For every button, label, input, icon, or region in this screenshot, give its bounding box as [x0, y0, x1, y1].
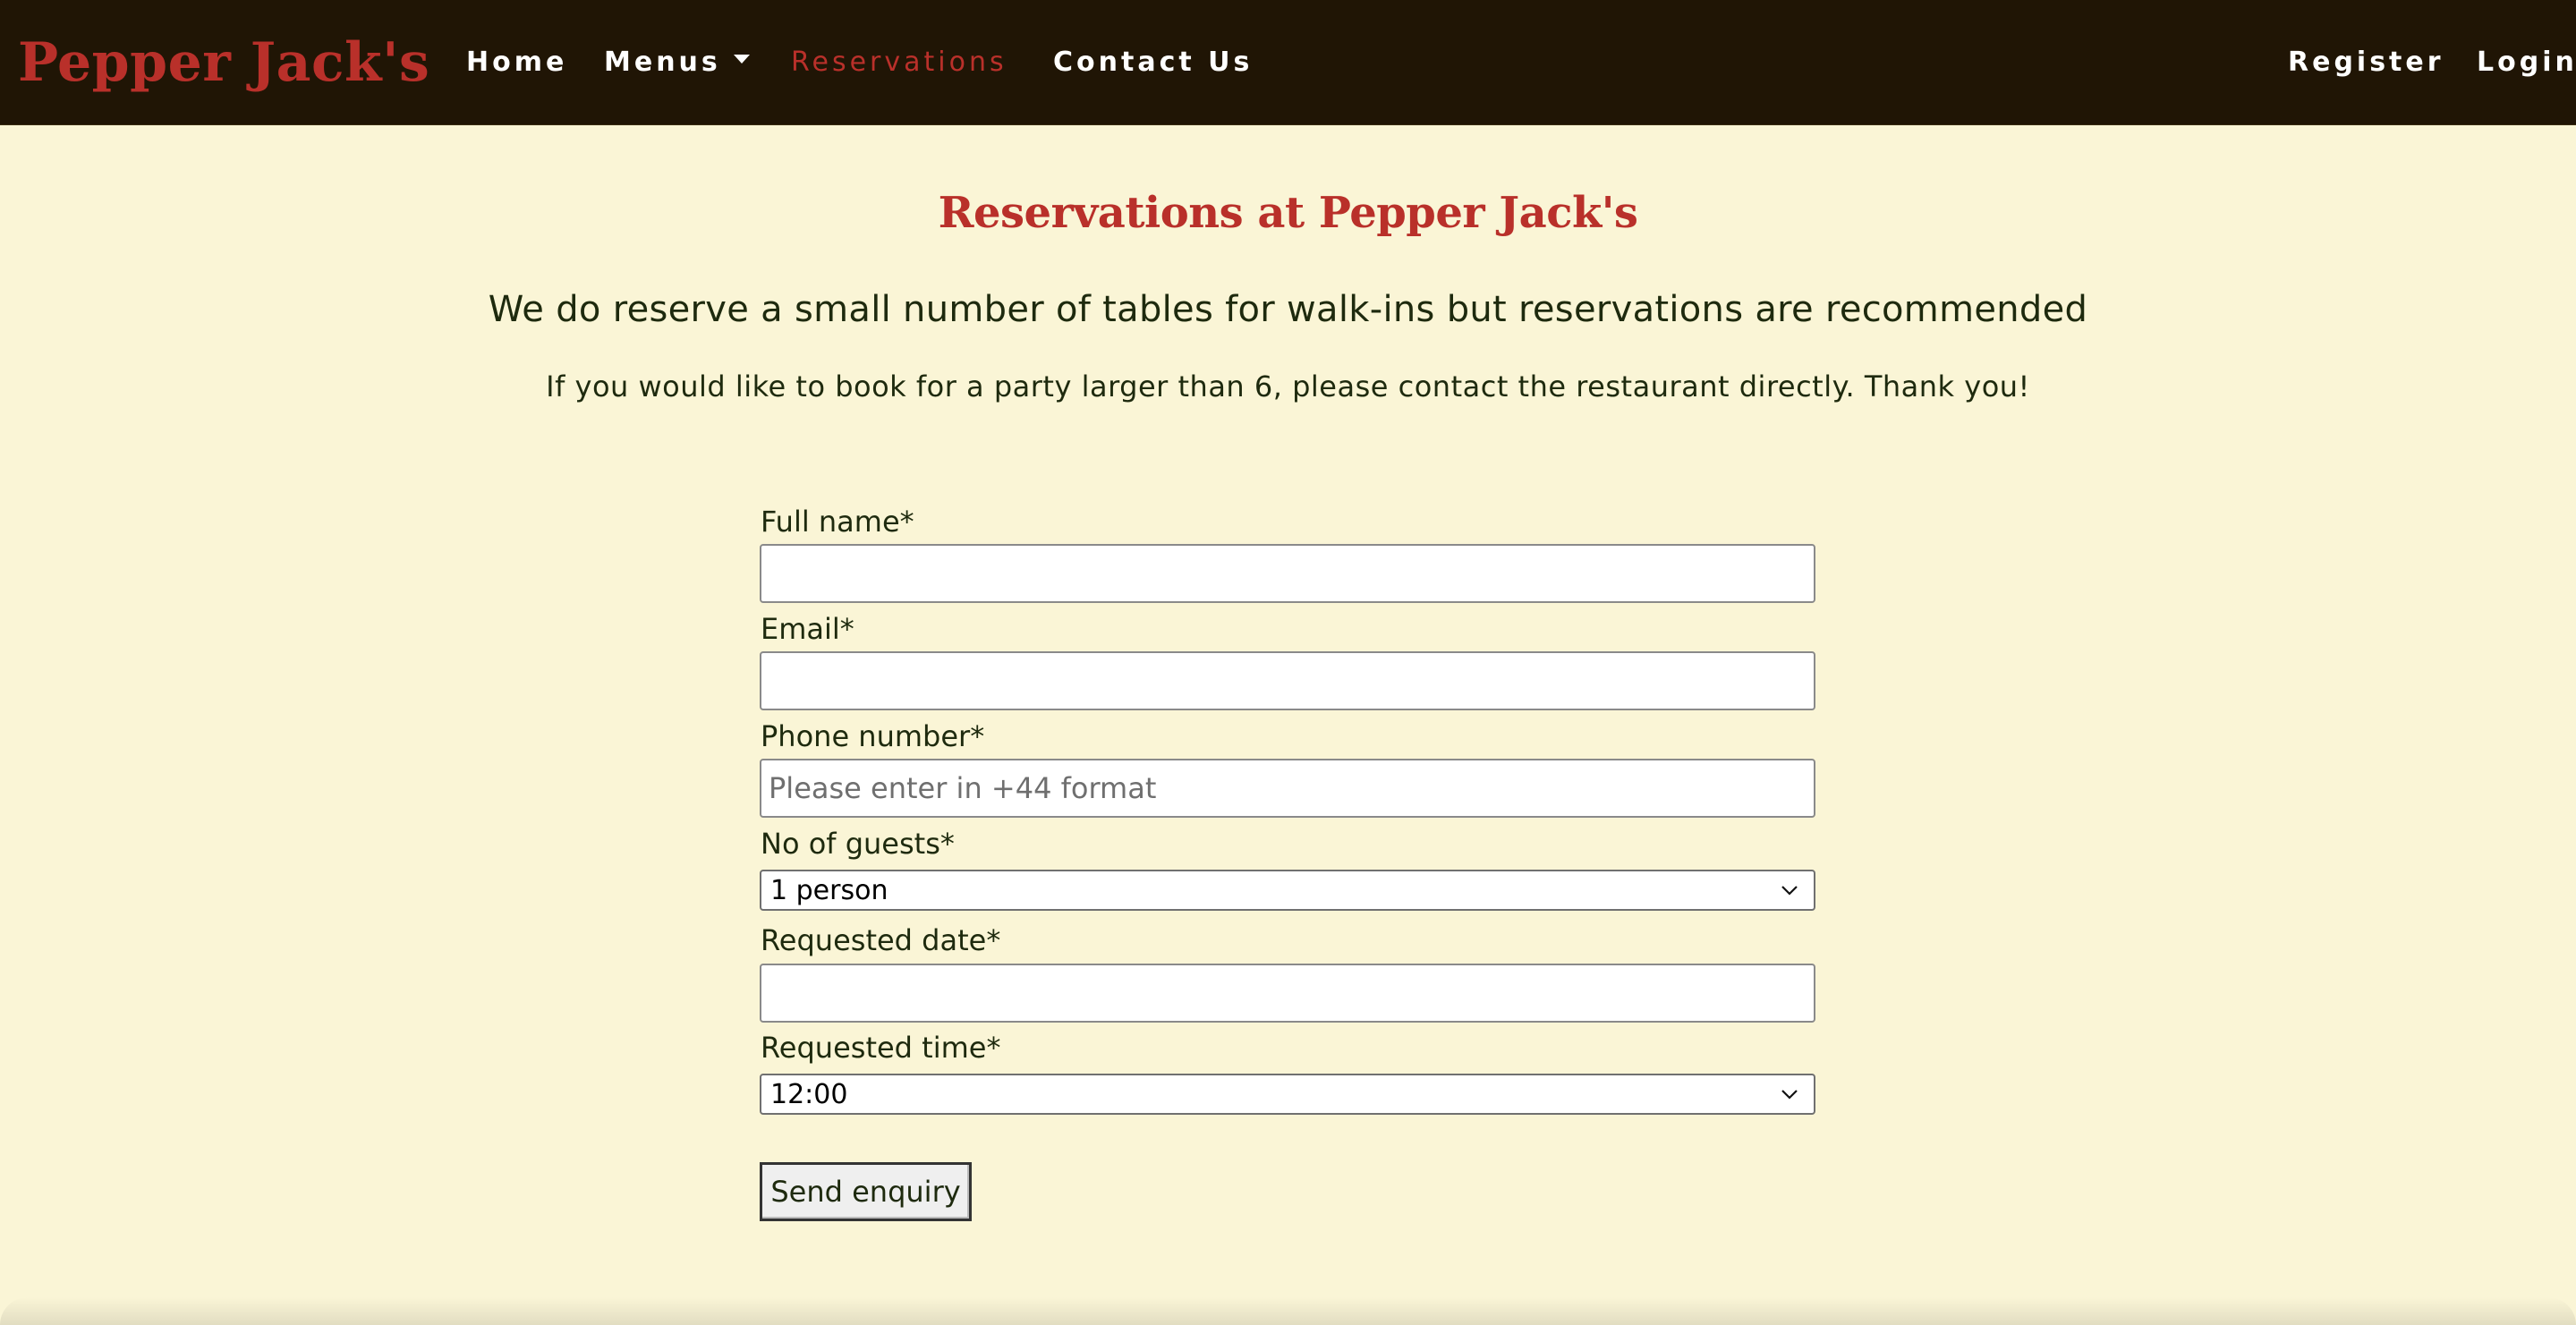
nav-register-label: Register [2288, 47, 2444, 78]
guests-label: No of guests* [761, 827, 955, 861]
nav-reservations-label: Reservations [791, 47, 1007, 78]
nav-home-link[interactable]: Home [466, 45, 567, 81]
send-enquiry-button[interactable]: Send enquiry [760, 1162, 972, 1221]
page-bottom-shadow [0, 1297, 2576, 1325]
time-label: Requested time* [761, 1031, 1001, 1065]
page-title: Reservations at Pepper Jack's [938, 188, 1638, 238]
nav-contact-label: Contact Us [1053, 47, 1254, 78]
full-name-label: Full name* [761, 505, 914, 539]
time-selected-value: 12:00 [770, 1079, 848, 1110]
phone-input[interactable] [760, 759, 1815, 818]
guests-select[interactable]: 1 person [760, 870, 1815, 911]
nav-menus-label: Menus [604, 47, 721, 78]
large-party-note: If you would like to book for a party la… [546, 369, 2030, 403]
date-input[interactable] [760, 964, 1815, 1023]
time-select[interactable]: 12:00 [760, 1074, 1815, 1115]
email-input[interactable] [760, 651, 1815, 710]
nav-home-label: Home [466, 47, 568, 78]
guests-selected-value: 1 person [770, 875, 888, 906]
top-navbar: Pepper Jack's Home Menus Reservations Co… [0, 0, 2576, 125]
date-label: Requested date* [761, 923, 1001, 957]
chevron-down-icon [1781, 1090, 1798, 1100]
nav-login-label: Login [2477, 47, 2576, 78]
email-label: Email* [761, 612, 854, 646]
intro-lead: We do reserve a small number of tables f… [488, 289, 2088, 330]
caret-down-icon [733, 54, 750, 64]
nav-contact-link[interactable]: Contact Us [1053, 45, 1253, 81]
brand-logo[interactable]: Pepper Jack's [18, 30, 429, 95]
phone-label: Phone number* [761, 719, 985, 753]
nav-reservations-link[interactable]: Reservations [791, 45, 1007, 81]
nav-login-link[interactable]: Login [2477, 45, 2576, 81]
full-name-input[interactable] [760, 544, 1815, 603]
nav-menus-dropdown[interactable]: Menus [604, 45, 750, 81]
nav-register-link[interactable]: Register [2288, 45, 2444, 81]
chevron-down-icon [1781, 886, 1798, 896]
